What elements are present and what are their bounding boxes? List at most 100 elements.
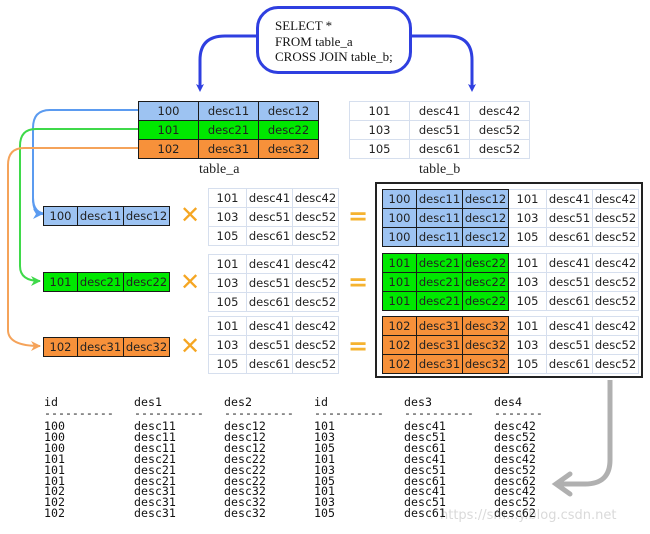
table-cell: desc51 (246, 207, 293, 227)
output-cell: 105 (314, 506, 335, 521)
table-row: 101 desc21 desc22 103 desc51 desc52 (382, 272, 639, 292)
table-cell: desc12 (462, 208, 509, 228)
table-cell: desc12 (462, 227, 509, 247)
table-row: 102 desc31 desc32 101 desc41 desc42 (382, 316, 639, 336)
table-row: 102 desc31 desc32 105 desc61 desc52 (382, 354, 639, 374)
table-cell: 105 (208, 226, 247, 246)
column-separator: ---------- (404, 406, 474, 420)
table-cell: 103 (508, 272, 547, 292)
table-cell: desc32 (462, 335, 509, 355)
table-b-copy: 101 desc41 desc42 103 desc51 desc52 105 desc6… (208, 188, 339, 246)
table-cell: desc32 (462, 354, 509, 374)
table-row: 101 desc41 desc42 (349, 101, 530, 121)
table-cell: desc61 (246, 354, 293, 374)
table-cell: 102 (382, 335, 417, 355)
table-cell: desc31 (416, 354, 463, 374)
table-b-copy: 101 desc41 desc42 103 desc51 desc52 105 desc6… (208, 316, 339, 374)
table-cell: desc22 (462, 291, 509, 311)
table-cell: 103 (349, 120, 410, 140)
table-cell: desc52 (592, 354, 639, 374)
table-row: 101 desc21 desc22 (138, 120, 319, 140)
table-cell: desc52 (592, 272, 639, 292)
table-cell: desc21 (416, 272, 463, 292)
output-cell: desc32 (224, 506, 266, 521)
table-cell: desc52 (292, 292, 339, 312)
table-cell: desc52 (292, 354, 339, 374)
table-cell: desc31 (77, 337, 124, 357)
table-row: 101 desc41 desc42 (208, 254, 339, 274)
table-cell: desc41 (546, 316, 593, 336)
table-cell: desc12 (123, 206, 170, 226)
row-102-single: 102 desc31 desc32 (43, 337, 170, 357)
table-cell: 105 (349, 139, 410, 159)
table-row: 100 desc11 desc12 103 desc51 desc52 (382, 208, 639, 228)
table-row: 103 desc51 desc52 (208, 335, 339, 355)
table-cell: desc42 (292, 188, 339, 208)
table-cell: desc12 (462, 189, 509, 209)
table-row: 101 desc21 desc22 101 desc41 desc42 (382, 253, 639, 273)
table-cell: desc42 (592, 316, 639, 336)
multiply-icon: ✕ (180, 332, 201, 360)
table-cell: 100 (43, 206, 78, 226)
result-block: 100 desc11 desc12 101 desc41 desc42 100 desc11 d… (382, 189, 639, 247)
column-separator: ---------- (314, 406, 384, 420)
table-cell: desc52 (469, 139, 530, 159)
table-cell: desc11 (416, 227, 463, 247)
sql-query-box: SELECT * FROM table_a CROSS JOIN table_b… (256, 6, 412, 74)
table-cell: 105 (208, 292, 247, 312)
table-row: 100 desc11 desc12 101 desc41 desc42 (382, 189, 639, 209)
table-cell: desc22 (123, 272, 170, 292)
table-cell: desc42 (292, 316, 339, 336)
table-a-caption: table_a (199, 162, 240, 177)
table-cell: desc61 (546, 354, 593, 374)
column-separator: ------- (494, 406, 543, 420)
table-cell: 100 (138, 101, 199, 121)
table-cell: desc61 (246, 226, 293, 246)
table-row: 101 desc41 desc42 (208, 188, 339, 208)
table-cell: desc11 (416, 208, 463, 228)
table-cell: desc11 (77, 206, 124, 226)
table-cell: 102 (43, 337, 78, 357)
table-cell: desc21 (198, 120, 259, 140)
table-cell: 102 (382, 354, 417, 374)
table-row: 103 desc51 desc52 (208, 273, 339, 293)
table-row: 103 desc51 desc52 (208, 207, 339, 227)
table-row: 101 desc21 desc22 105 desc61 desc52 (382, 291, 639, 311)
table-cell: 105 (508, 227, 547, 247)
table-cell: desc51 (546, 272, 593, 292)
equals-icon: = (348, 332, 369, 360)
table-cell: 101 (508, 189, 547, 209)
table-cell: desc32 (462, 316, 509, 336)
table-row: 105 desc61 desc52 (208, 292, 339, 312)
table-cell: desc52 (292, 335, 339, 355)
table-b: 101 desc41 desc42 103 desc51 desc52 105 desc6… (349, 101, 530, 159)
table-cell: desc51 (246, 335, 293, 355)
table-row: 105 desc61 desc52 (349, 139, 530, 159)
table-cell: 101 (208, 188, 247, 208)
table-cell: desc41 (546, 253, 593, 273)
table-cell: desc51 (546, 208, 593, 228)
table-cell: desc41 (546, 189, 593, 209)
multiply-icon: ✕ (180, 201, 201, 229)
table-cell: desc11 (198, 101, 259, 121)
row-102-arrow (7, 147, 138, 351)
table-row: 105 desc61 desc52 (208, 354, 339, 374)
table-cell: 101 (208, 254, 247, 274)
table-cell: 101 (508, 316, 547, 336)
table-cell: desc61 (246, 292, 293, 312)
table-cell: desc31 (416, 316, 463, 336)
table-cell: desc61 (546, 291, 593, 311)
table-cell: desc31 (198, 139, 259, 159)
table-cell: 100 (382, 208, 417, 228)
table-cell: 103 (508, 208, 547, 228)
table-cell: desc51 (409, 120, 470, 140)
table-cell: desc52 (592, 291, 639, 311)
table-cell: 101 (43, 272, 78, 292)
table-cell: desc52 (592, 335, 639, 355)
table-row: 100 desc11 desc12 (138, 101, 319, 121)
table-cell: desc52 (592, 208, 639, 228)
table-cell: 103 (508, 335, 547, 355)
table-cell: 101 (208, 316, 247, 336)
table-cell: desc12 (258, 101, 319, 121)
table-row: 101 desc41 desc42 (208, 316, 339, 336)
